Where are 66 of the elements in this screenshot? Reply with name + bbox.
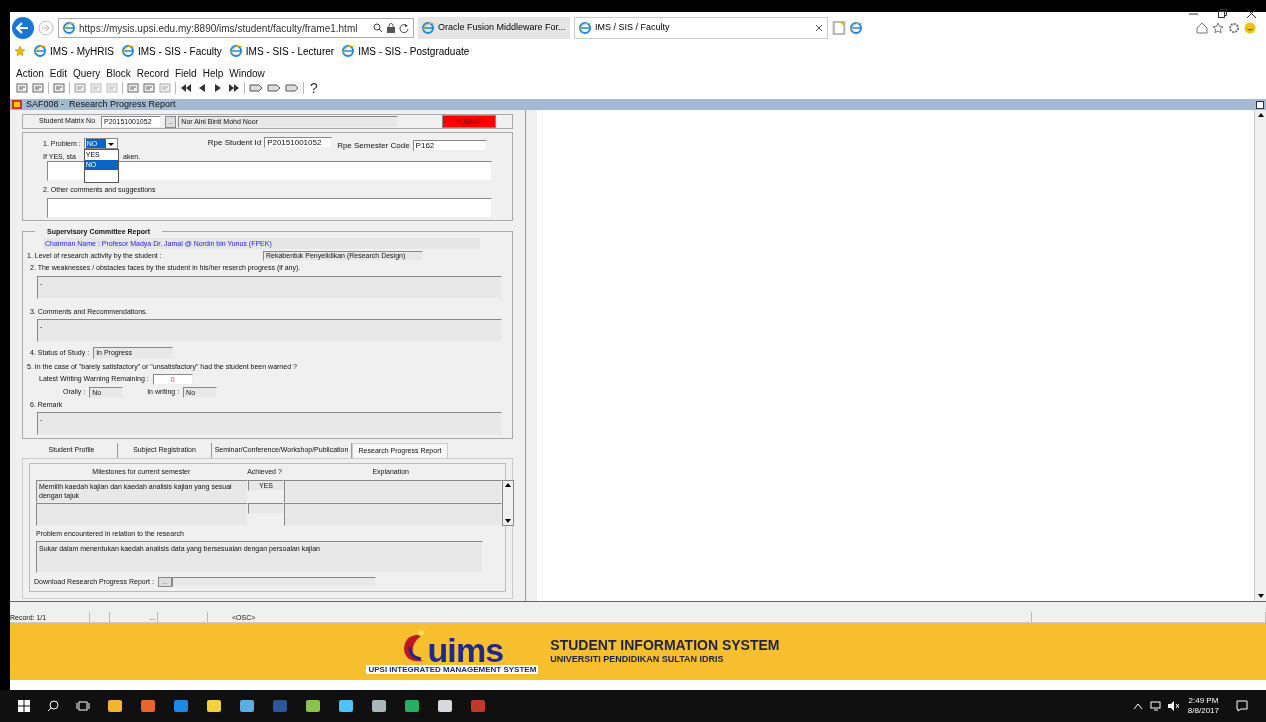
action-taken-field[interactable] <box>47 161 492 181</box>
menu-item[interactable]: Block <box>106 65 131 81</box>
menu-item[interactable]: Action <box>16 65 44 81</box>
windows-start-icon[interactable] <box>18 700 30 712</box>
browser-tab[interactable]: IMS / SIS / Faculty <box>574 17 828 39</box>
maximize-icon[interactable] <box>1256 100 1264 109</box>
restore-icon[interactable] <box>1218 8 1227 18</box>
menu-item[interactable]: Edit <box>49 65 68 81</box>
explanation-cell[interactable] <box>284 502 502 526</box>
scrollbar[interactable] <box>502 479 514 526</box>
clock-date: 8/8/2017 <box>1187 706 1219 716</box>
app-icon[interactable] <box>305 698 321 714</box>
url-text: https://mysis.upsi.edu.my:8890/ims/student/faculty/frame1.html <box>79 21 359 36</box>
app-icon[interactable] <box>437 698 453 714</box>
settings-icon[interactable] <box>1228 21 1240 34</box>
clock-time: 2:49 PM <box>1188 696 1219 706</box>
form-title: SAF008 - Research Progress Report <box>26 100 177 109</box>
logo-caption: UPSI INTEGRATED MANAGEMENT SYSTEM <box>366 665 539 674</box>
scroll-down-icon[interactable] <box>503 516 513 525</box>
favorite-link[interactable]: IMS - SIS - Faculty <box>121 43 222 59</box>
lock-icon <box>387 23 395 33</box>
star-icon[interactable] <box>1212 21 1224 34</box>
smiley-icon[interactable] <box>1244 21 1256 34</box>
first-record-icon[interactable] <box>180 82 192 94</box>
app-icon[interactable] <box>404 698 420 714</box>
logo-text: uims <box>427 635 504 665</box>
student-id-field[interactable]: P20151001052 <box>264 137 333 148</box>
help-button[interactable]: ? <box>308 81 320 95</box>
back-icon[interactable] <box>12 17 34 39</box>
banner-title: STUDENT INFORMATION SYSTEM <box>550 636 780 653</box>
app-icon[interactable] <box>371 698 387 714</box>
scrollbar[interactable] <box>1254 110 1266 601</box>
network-icon[interactable] <box>1149 701 1162 711</box>
favorite-link[interactable]: IMS - SIS - Lecturer <box>229 43 335 59</box>
volume-icon[interactable] <box>1166 701 1179 711</box>
home-icon[interactable] <box>1196 21 1208 34</box>
achieved-cell[interactable] <box>248 502 284 514</box>
comments-field[interactable] <box>47 197 492 218</box>
last-record-icon[interactable] <box>228 82 240 94</box>
field-label: Rpe Semester Code <box>337 140 410 152</box>
search-icon[interactable] <box>373 23 383 33</box>
favorite-link[interactable]: IMS - SIS - Postgraduate <box>342 43 470 59</box>
tray-caret-icon[interactable] <box>1132 702 1143 710</box>
address-bar[interactable]: https://mysis.upsi.edu.my:8890/ims/student/faculty/frame1.html <box>58 18 414 38</box>
notification-icon[interactable] <box>1236 700 1248 712</box>
banner-subtitle: UNIVERSITI PENDIDIKAN SULTAN IDRIS <box>550 652 725 666</box>
favorites-star-icon <box>14 45 26 57</box>
menu-item[interactable]: Field <box>174 65 197 81</box>
form-icon <box>12 100 22 109</box>
menu-item[interactable]: Window <box>229 65 265 81</box>
search-icon[interactable] <box>47 700 59 712</box>
download-field[interactable] <box>171 577 376 588</box>
menu-item[interactable]: Help <box>202 65 224 81</box>
semester-code-field[interactable]: P162 <box>412 140 487 151</box>
explanation-cell[interactable] <box>284 479 502 503</box>
milestone-cell[interactable] <box>36 502 248 526</box>
close-icon[interactable] <box>815 24 823 32</box>
menu-item[interactable]: Record <box>136 65 169 81</box>
field-label: Rpe Student Id <box>207 137 262 149</box>
task-view-icon[interactable] <box>76 700 90 712</box>
browser-tab[interactable]: Oracle Fusion Middleware For... <box>418 17 570 39</box>
app-icon[interactable] <box>338 698 354 714</box>
refresh-icon[interactable] <box>399 23 409 33</box>
menu-item[interactable]: Query <box>73 65 101 81</box>
favorite-link[interactable]: IMS - MyHRIS <box>34 43 114 59</box>
close-icon[interactable] <box>1247 8 1256 18</box>
